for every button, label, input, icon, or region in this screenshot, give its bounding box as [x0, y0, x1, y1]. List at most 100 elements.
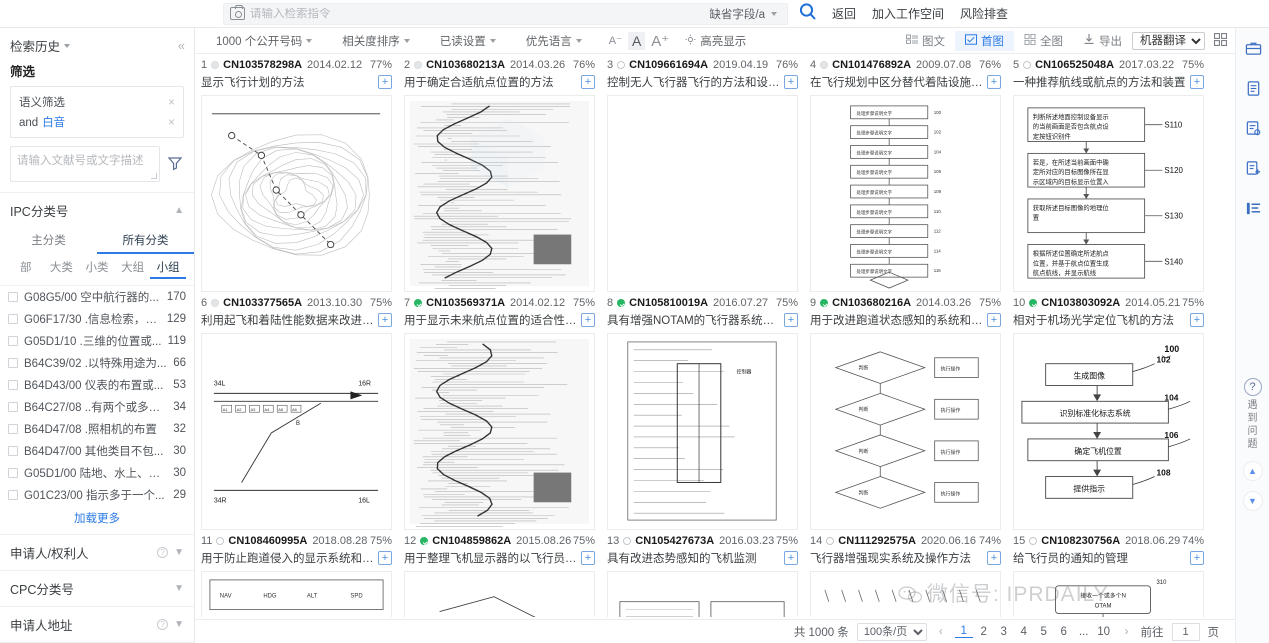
- add-to-workspace-button[interactable]: +: [784, 551, 798, 565]
- result-title[interactable]: 用于显示未来航点位置的适合性的方法: [404, 312, 577, 328]
- publication-number[interactable]: CN105810019A: [629, 297, 708, 309]
- ipc-checkbox[interactable]: [8, 446, 18, 456]
- add-to-workspace-button[interactable]: +: [581, 313, 595, 327]
- result-title[interactable]: 用于改进跑道状态感知的系统和方法: [810, 312, 983, 328]
- ipc-item[interactable]: B64D47/00 其他类目不包... 30: [0, 440, 194, 462]
- chevron-up-icon[interactable]: ▲: [174, 205, 184, 216]
- chevron-down-icon[interactable]: ▼: [174, 619, 184, 630]
- patent-thumbnail[interactable]: NAV HDG ALT SPD: [201, 571, 392, 617]
- add-to-workspace-button[interactable]: +: [581, 75, 595, 89]
- add-to-workspace-button[interactable]: +: [581, 551, 595, 565]
- publication-number[interactable]: CN108460995A: [228, 535, 307, 547]
- field-selector[interactable]: 缺省字段/a: [709, 6, 765, 22]
- ipc-segment-main[interactable]: 主分类: [0, 228, 97, 254]
- scroll-up-button[interactable]: ▲: [1242, 461, 1263, 481]
- ipc-level-maingroup[interactable]: 大组: [115, 259, 151, 279]
- add-workspace-link[interactable]: 加入工作空间: [872, 5, 944, 22]
- result-title[interactable]: 在飞行规划中区分替代着陆设施的优...: [810, 74, 983, 90]
- risk-check-link[interactable]: 风险排查: [960, 5, 1008, 22]
- search-input[interactable]: [250, 7, 710, 20]
- result-title[interactable]: 用于防止跑道侵入的显示系统和方法: [201, 550, 374, 566]
- page-number[interactable]: 5: [1035, 626, 1053, 638]
- patent-thumbnail[interactable]: 100 生成图像 102 识别标准化标志系统 104 确定飞机位置 106 提供指示 108: [1013, 333, 1204, 530]
- patent-thumbnail[interactable]: 判断 执行操作 判断 执行操作 判断 执行操作 判断 执行操作: [810, 333, 1001, 530]
- search-icon[interactable]: [798, 2, 818, 25]
- patent-thumbnail[interactable]: 34L 16R 34R 16L A1 A2 A3 A4 A5 A6 B: [201, 333, 392, 530]
- result-card[interactable]: 8 CN105810019A 2016.07.27 75% 具有增强NOTAM的飞行器系…: [601, 292, 804, 530]
- publication-number[interactable]: CN101476892A: [832, 59, 911, 71]
- add-to-workspace-button[interactable]: +: [987, 313, 1001, 327]
- translation-select[interactable]: 机器翻译: [1132, 31, 1205, 50]
- result-title[interactable]: 相对于机场光学定位飞机的方法: [1013, 312, 1186, 328]
- add-to-workspace-button[interactable]: +: [987, 75, 1001, 89]
- chevron-down-icon[interactable]: [403, 39, 410, 44]
- publication-number[interactable]: CN104859862A: [432, 535, 511, 547]
- language-dropdown[interactable]: 优先语言: [513, 33, 599, 49]
- publication-number[interactable]: CN103377565A: [223, 297, 302, 309]
- result-title[interactable]: 显示飞行计划的方法: [201, 74, 374, 90]
- page-number[interactable]: 4: [1015, 626, 1033, 638]
- patent-thumbnail[interactable]: 显示区域: [404, 571, 595, 617]
- result-title[interactable]: 具有改进态势感知的飞机监测: [607, 550, 780, 566]
- help-icon[interactable]: ?: [157, 547, 169, 558]
- chevron-down-icon[interactable]: [771, 11, 777, 16]
- publication-number[interactable]: CN108230756A: [1041, 535, 1120, 547]
- chevron-down-icon[interactable]: [64, 43, 71, 48]
- patent-thumbnail[interactable]: [201, 95, 392, 292]
- search-history-header[interactable]: 检索历史 «: [0, 28, 194, 59]
- add-to-workspace-button[interactable]: +: [1190, 551, 1204, 565]
- view-all-images-button[interactable]: 全图: [1014, 31, 1073, 51]
- load-more-link[interactable]: 加载更多: [0, 506, 194, 534]
- search-history-label[interactable]: 检索历史: [10, 36, 60, 55]
- view-first-image-button[interactable]: 首图: [955, 30, 1014, 51]
- filter-section-2[interactable]: 申请人地址? ▼: [0, 606, 194, 642]
- result-title[interactable]: 飞行器增强现实系统及操作方法: [810, 550, 983, 566]
- goto-page-input[interactable]: 1: [1171, 622, 1200, 641]
- ipc-item[interactable]: B64C39/02 .以特殊用途为... 66: [0, 352, 194, 374]
- text-filter-input[interactable]: 请输入文献号或文字描述: [10, 146, 160, 182]
- camera-icon[interactable]: [230, 5, 245, 20]
- add-to-workspace-button[interactable]: +: [987, 551, 1001, 565]
- publication-number[interactable]: CN103578298A: [223, 59, 302, 71]
- ipc-item[interactable]: B64D43/00 仪表的布置或... 53: [0, 374, 194, 396]
- ipc-level-class[interactable]: 大类: [44, 259, 80, 279]
- filter-section-1[interactable]: CPC分类号 ▼: [0, 570, 194, 606]
- ipc-item[interactable]: G08G5/00 空中航行器的... 170: [0, 286, 194, 308]
- chevron-down-icon[interactable]: [306, 39, 313, 44]
- chevron-down-icon[interactable]: ▼: [174, 547, 184, 558]
- result-title[interactable]: 一种推荐航线或航点的方法和装置: [1013, 74, 1186, 90]
- page-number[interactable]: 10: [1095, 626, 1113, 638]
- ipc-item[interactable]: G05D1/00 陆地、水上、空... 30: [0, 462, 194, 484]
- scroll-down-button[interactable]: ▼: [1242, 491, 1263, 511]
- sort-dropdown[interactable]: 相关度排序: [329, 33, 427, 49]
- highlight-toggle[interactable]: 高亮显示: [685, 33, 746, 49]
- collapse-sidebar-icon[interactable]: «: [178, 38, 185, 53]
- ipc-level-subgroup[interactable]: 小组: [150, 259, 186, 279]
- ipc-checkbox[interactable]: [8, 402, 18, 412]
- and-value[interactable]: 白音: [42, 117, 65, 129]
- result-card[interactable]: 6 CN103377565A 2013.10.30 75% 利用起飞和着陆性能数据来改进…: [195, 292, 398, 530]
- result-card[interactable]: 15 CN108230756A 2018.06.29 74% 给飞行员的通知的管理 + 接收…: [1007, 530, 1210, 617]
- page-number[interactable]: 3: [995, 626, 1013, 638]
- export-button[interactable]: 导出: [1073, 31, 1132, 51]
- patent-thumbnail[interactable]: [607, 571, 798, 617]
- result-title[interactable]: 利用起飞和着陆性能数据来改进跑道...: [201, 312, 374, 328]
- result-card[interactable]: 12 CN104859862A 2015.08.26 75% 用于整理飞机显示器的以飞行…: [398, 530, 601, 617]
- ipc-checkbox[interactable]: [8, 424, 18, 434]
- funnel-icon[interactable]: [166, 154, 184, 172]
- chevron-down-icon[interactable]: [575, 39, 582, 44]
- patent-thumbnail[interactable]: 处理步骤说明文字 100 处理步骤说明文字 102 处理步骤说明文字 104 处理步骤说明文…: [810, 95, 1001, 292]
- ipc-checkbox[interactable]: [8, 380, 18, 390]
- result-card[interactable]: 11 CN108460995A 2018.08.28 75% 用于防止跑道侵入的显示系统…: [195, 530, 398, 617]
- ipc-item[interactable]: G05D1/10 .三维的位置或... 119: [0, 330, 194, 352]
- add-to-workspace-button[interactable]: +: [378, 313, 392, 327]
- chevron-down-icon[interactable]: ▼: [174, 583, 184, 594]
- outline-list-icon[interactable]: [1236, 188, 1269, 228]
- result-card[interactable]: 7 CN103569371A 2014.02.12 75% 用于显示未来航点位置的适合性…: [398, 292, 601, 530]
- page-size-select[interactable]: 100条/页: [856, 622, 927, 641]
- ipc-checkbox[interactable]: [8, 490, 18, 500]
- result-card[interactable]: 9 CN103680216A 2014.03.26 75% 用于改进跑道状态感知的系统和…: [804, 292, 1007, 530]
- ipc-section-header[interactable]: IPC分类号 ▲: [0, 193, 194, 228]
- patent-thumbnail[interactable]: [607, 95, 798, 292]
- result-card[interactable]: 5 CN106525048A 2017.03.22 75% 一种推荐航线或航点的方法和装…: [1007, 54, 1210, 292]
